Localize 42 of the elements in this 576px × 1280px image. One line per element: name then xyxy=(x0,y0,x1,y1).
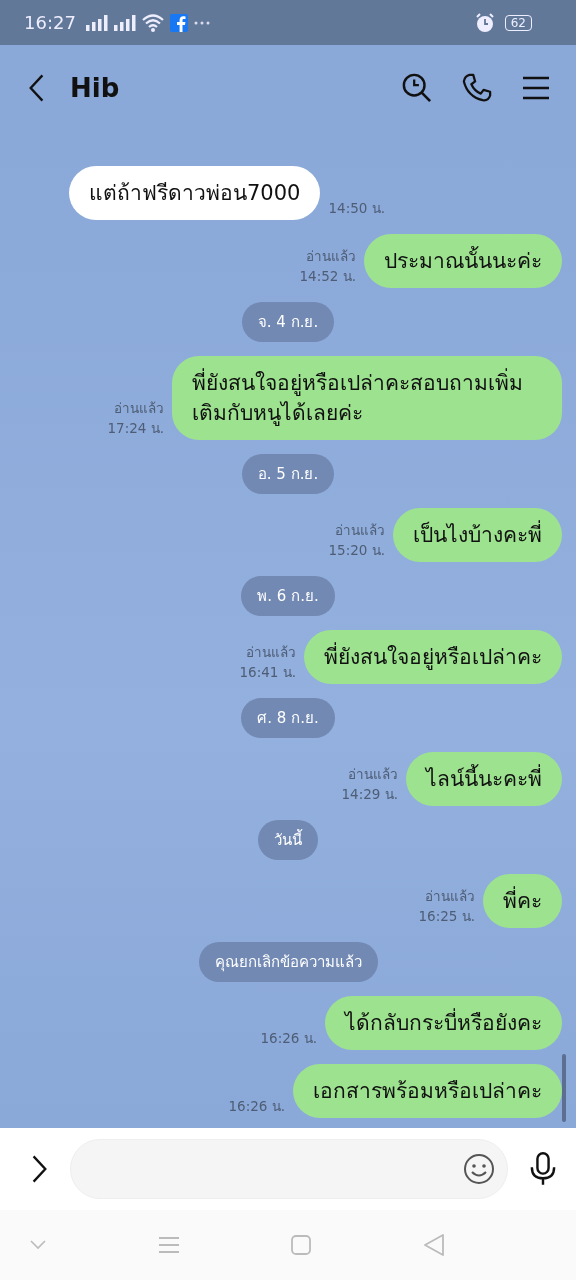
microphone-button[interactable] xyxy=(528,1150,558,1188)
message-time: 16:26 น. xyxy=(260,1029,317,1048)
read-receipt: อ่านแล้ว xyxy=(114,399,164,418)
sent-message-bubble: ได้กลับกระบี่หรือยังคะ xyxy=(325,996,562,1050)
read-receipt: อ่านแล้ว xyxy=(246,643,296,662)
read-receipt: อ่านแล้ว xyxy=(348,765,398,784)
message-time: 14:50 น. xyxy=(328,199,385,218)
date-separator: ศ. 8 ก.ย. xyxy=(241,698,335,738)
message-time: 17:24 น. xyxy=(107,419,164,438)
message-time: 14:29 น. xyxy=(341,785,398,804)
read-receipt: อ่านแล้ว xyxy=(306,247,356,266)
date-separator: คุณยกเลิกข้อความแล้ว xyxy=(198,942,378,982)
sent-message-bubble: พี่คะ xyxy=(483,874,562,928)
emoji-icon[interactable] xyxy=(463,1153,495,1185)
scrollbar xyxy=(562,1054,566,1122)
battery-indicator: 62 xyxy=(504,14,532,31)
date-separator: พ. 6 ก.ย. xyxy=(241,576,335,616)
chat-title: Hib xyxy=(70,72,120,103)
wifi-icon xyxy=(141,13,164,32)
sent-message-bubble: พี่ยังสนใจอยู่หรือเปล่าคะสอบถามเพิ่มเติมกับหนูได้เลยค่ะ xyxy=(172,356,562,440)
received-message-bubble: แต่ถ้าฟรีดาวพ่อน7000 xyxy=(69,166,321,220)
signal-icon xyxy=(85,14,108,31)
date-separator: วันนี้ xyxy=(258,820,318,860)
more-icon xyxy=(193,20,210,25)
signal-icon xyxy=(113,14,136,31)
read-receipt: อ่านแล้ว xyxy=(335,521,385,540)
sent-message-bubble: เอกสารพร้อมหรือเปล่าคะ xyxy=(293,1064,562,1118)
message-time: 16:26 น. xyxy=(228,1097,285,1116)
sent-message-bubble: ประมาณนั้นนะค่ะ xyxy=(364,234,562,288)
sent-message-bubble: พี่ยังสนใจอยู่หรือเปล่าคะ xyxy=(304,630,562,684)
message-time: 16:25 น. xyxy=(418,907,475,926)
date-separator: อ. 5 ก.ย. xyxy=(241,454,335,494)
message-time: 16:41 น. xyxy=(239,663,296,682)
alarm-icon xyxy=(474,12,495,33)
message-time: 15:20 น. xyxy=(328,541,385,560)
sent-message-bubble: ไลน์นี้นะคะพี่ xyxy=(406,752,562,806)
status-time: 16:27 xyxy=(24,12,76,33)
app-notification-icon xyxy=(169,13,188,32)
sent-message-bubble: เป็นไงบ้างคะพี่ xyxy=(393,508,562,562)
date-separator: จ. 4 ก.ย. xyxy=(241,302,335,342)
read-receipt: อ่านแล้ว xyxy=(425,887,475,906)
message-time: 14:52 น. xyxy=(299,267,356,286)
